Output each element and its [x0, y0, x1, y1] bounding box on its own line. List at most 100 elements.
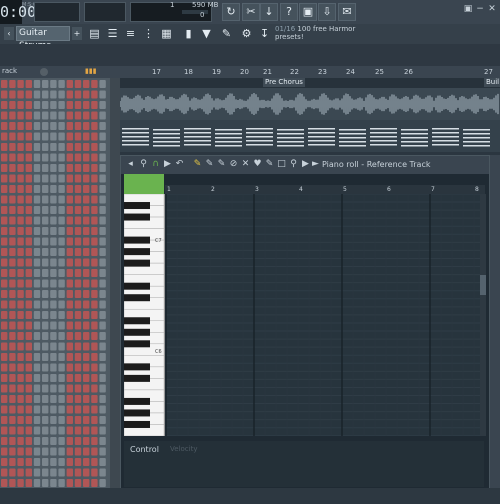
step-button[interactable] — [33, 458, 41, 466]
step-button[interactable] — [99, 311, 106, 319]
step-button[interactable] — [33, 164, 41, 172]
rack-view-icon[interactable]: ▮▮▮ — [85, 67, 105, 76]
step-button[interactable] — [58, 405, 65, 414]
step-button[interactable] — [58, 216, 65, 225]
step-button[interactable] — [17, 90, 24, 99]
close-icon[interactable]: ✕ — [486, 4, 498, 15]
step-button[interactable] — [74, 227, 82, 235]
step-button[interactable] — [83, 153, 90, 162]
step-button[interactable] — [99, 174, 106, 183]
step-button[interactable] — [33, 468, 41, 477]
step-button[interactable] — [66, 384, 73, 393]
step-button[interactable] — [42, 353, 49, 361]
step-button[interactable] — [25, 405, 32, 414]
step-button[interactable] — [33, 174, 41, 183]
step-button[interactable] — [91, 311, 98, 319]
step-button[interactable] — [66, 332, 73, 340]
step-button[interactable] — [74, 206, 82, 214]
step-button[interactable] — [91, 384, 98, 393]
step-button[interactable] — [17, 132, 24, 141]
step-button[interactable] — [74, 395, 82, 403]
step-button[interactable] — [25, 195, 32, 204]
step-button[interactable] — [99, 258, 106, 267]
export-icon[interactable]: ⇩ — [318, 3, 336, 21]
step-button[interactable] — [58, 395, 65, 403]
step-button[interactable] — [99, 374, 106, 382]
step-button[interactable] — [91, 416, 98, 424]
audio-clip[interactable] — [119, 88, 500, 120]
step-button[interactable] — [50, 164, 57, 172]
rack-scrollbar[interactable] — [110, 78, 120, 500]
step-button[interactable] — [42, 80, 49, 88]
step-button[interactable] — [91, 122, 98, 130]
step-button[interactable] — [25, 468, 32, 477]
step-button[interactable] — [99, 111, 106, 120]
step-button[interactable] — [66, 153, 73, 162]
step-button[interactable] — [1, 374, 8, 382]
step-button[interactable] — [74, 468, 82, 477]
step-button[interactable] — [1, 479, 8, 487]
step-button[interactable] — [17, 227, 24, 235]
step-button[interactable] — [1, 206, 8, 214]
brush-icon[interactable]: ⚙ — [238, 24, 255, 43]
mixer-icon[interactable]: ⋮ — [140, 24, 157, 43]
undo-icon[interactable]: ↶ — [174, 158, 185, 171]
step-button[interactable] — [99, 447, 106, 456]
step-button[interactable] — [91, 447, 98, 456]
step-button[interactable] — [58, 101, 65, 109]
step-button[interactable] — [91, 300, 98, 309]
step-button[interactable] — [25, 227, 32, 235]
step-button[interactable] — [66, 279, 73, 288]
step-button[interactable] — [9, 353, 16, 361]
step-button[interactable] — [91, 374, 98, 382]
step-button[interactable] — [74, 216, 82, 225]
step-button[interactable] — [50, 237, 57, 246]
step-button[interactable] — [42, 227, 49, 235]
playlist-ruler[interactable] — [120, 66, 500, 78]
step-button[interactable] — [50, 342, 57, 351]
step-button[interactable] — [99, 101, 106, 109]
step-button[interactable] — [1, 384, 8, 393]
step-button[interactable] — [33, 311, 41, 319]
step-button[interactable] — [50, 405, 57, 414]
step-button[interactable] — [9, 143, 16, 151]
step-button[interactable] — [25, 332, 32, 340]
step-button[interactable] — [83, 405, 90, 414]
step-button[interactable] — [83, 426, 90, 435]
step-button[interactable] — [91, 206, 98, 214]
step-button[interactable] — [9, 374, 16, 382]
step-button[interactable] — [50, 206, 57, 214]
browser-icon[interactable]: ≡ — [122, 24, 139, 43]
step-button[interactable] — [9, 479, 16, 487]
step-button[interactable] — [17, 332, 24, 340]
step-button[interactable] — [25, 132, 32, 141]
step-button[interactable] — [42, 195, 49, 204]
zoom-icon[interactable]: ⚲ — [288, 158, 299, 171]
step-button[interactable] — [50, 101, 57, 109]
step-button[interactable] — [33, 143, 41, 151]
step-button[interactable] — [74, 458, 82, 466]
step-button[interactable] — [74, 132, 82, 141]
wrench-icon[interactable]: ⚲ — [138, 158, 149, 171]
step-button[interactable] — [25, 174, 32, 183]
step-button[interactable] — [58, 80, 65, 88]
step-button[interactable] — [83, 143, 90, 151]
step-button[interactable] — [1, 437, 8, 445]
piano-roll-scrollbar[interactable] — [480, 194, 486, 436]
step-button[interactable] — [50, 153, 57, 162]
step-button[interactable] — [74, 195, 82, 204]
step-button[interactable] — [58, 468, 65, 477]
step-button[interactable] — [1, 311, 8, 319]
step-button[interactable] — [83, 437, 90, 445]
step-button[interactable] — [1, 164, 8, 172]
step-button[interactable] — [9, 384, 16, 393]
step-button[interactable] — [25, 206, 32, 214]
step-button[interactable] — [17, 479, 24, 487]
step-button[interactable] — [74, 374, 82, 382]
step-button[interactable] — [1, 216, 8, 225]
step-button[interactable] — [58, 206, 65, 214]
step-button[interactable] — [66, 290, 73, 298]
step-button[interactable] — [50, 227, 57, 235]
zoom-select-icon[interactable]: □ — [276, 158, 287, 171]
step-button[interactable] — [1, 395, 8, 403]
